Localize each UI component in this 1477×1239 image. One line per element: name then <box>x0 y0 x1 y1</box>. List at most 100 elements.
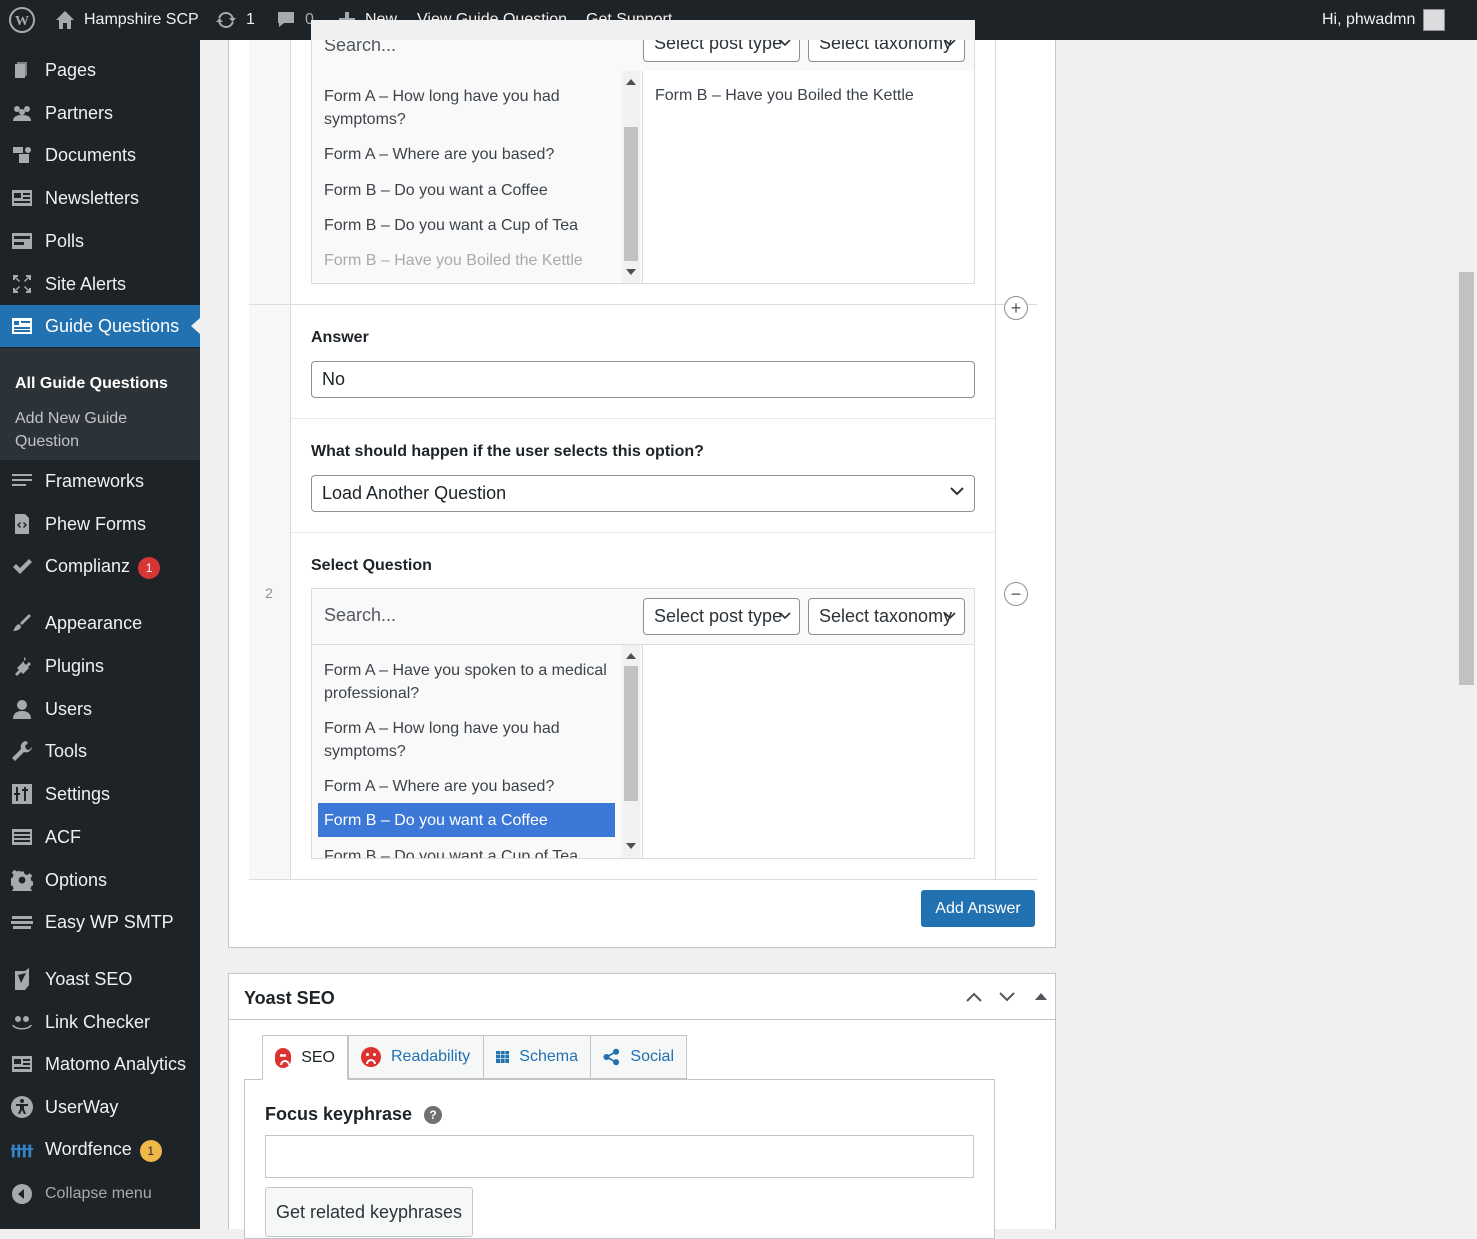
row-handle[interactable] <box>249 40 291 304</box>
sidebar-item-label: UserWay <box>45 1096 119 1117</box>
relationship-search-input[interactable]: Search... <box>324 605 396 626</box>
remove-row-button[interactable]: − <box>1004 582 1028 606</box>
sidebar-item-appearance[interactable]: Appearance <box>0 602 200 644</box>
sidebar-item-label-with-badge: Complianz 1 <box>45 556 161 579</box>
sidebar-item-frameworks[interactable]: Frameworks <box>0 460 200 502</box>
tab-readability[interactable]: Readability <box>348 1035 484 1079</box>
scroll-thumb[interactable] <box>624 666 638 801</box>
choice-item[interactable]: Form A – Where are you based? <box>318 143 615 166</box>
sidebar-item-easy-wp-smtp[interactable]: Easy WP SMTP <box>0 901 200 943</box>
sidebar-item-matomo-analytics[interactable]: Matomo Analytics <box>0 1043 200 1085</box>
sidebar-item-site-alerts[interactable]: Site Alerts <box>0 263 200 305</box>
sidebar-item-label: Documents <box>45 144 137 165</box>
sidebar-item-label: Partners <box>45 102 114 123</box>
taxonomy-select[interactable]: Select taxonomy <box>808 598 965 635</box>
field-divider <box>291 532 995 533</box>
chevron-down-icon <box>944 612 956 620</box>
sidebar-item-tools[interactable]: Tools <box>0 730 200 772</box>
get-related-keyphrases-button[interactable]: Get related keyphrases <box>265 1187 473 1237</box>
sidebar-item-link-checker[interactable]: Link Checker <box>0 1001 200 1043</box>
choices-scrollbar[interactable] <box>622 71 640 283</box>
sidebar-item-settings[interactable]: Settings <box>0 773 200 815</box>
window-scrollbar[interactable] <box>1456 40 1477 1229</box>
add-answer-button[interactable]: Add Answer <box>921 890 1035 927</box>
choice-item: Form B – Have you Boiled the Kettle <box>324 252 583 269</box>
yoast-icon <box>10 967 34 991</box>
sidebar-item-label: Phew Forms <box>45 513 147 534</box>
sidebar-item-plugins[interactable]: Plugins <box>0 645 200 687</box>
sidebar-item-phew-forms[interactable]: Phew Forms <box>0 503 200 545</box>
choice-item[interactable]: Form B – Do you want a Cup of Tea <box>318 214 615 237</box>
guide-questions-submenu: All Guide Questions Add New Guide Questi… <box>0 348 200 460</box>
window-scroll-thumb[interactable] <box>1459 272 1474 685</box>
phew-forms-icon <box>10 512 34 536</box>
help-icon[interactable]: ? <box>424 1106 443 1125</box>
move-down-icon[interactable] <box>999 992 1015 1002</box>
sidebar-item-polls[interactable]: Polls <box>0 220 200 262</box>
site-name-link[interactable]: Hampshire SCP <box>54 0 199 40</box>
sidebar-item-partners[interactable]: Partners <box>0 92 200 134</box>
documents-icon <box>10 143 34 167</box>
focus-keyphrase-input[interactable] <box>265 1135 974 1178</box>
add-row-button[interactable]: + <box>1004 296 1028 320</box>
collapse-toggle-icon[interactable] <box>1035 992 1047 1000</box>
sidebar-item-documents[interactable]: Documents <box>0 134 200 176</box>
answer-input[interactable]: No <box>311 361 975 398</box>
scroll-up-arrow-icon[interactable] <box>626 79 636 85</box>
sidebar-item-pages[interactable]: Pages <box>0 49 200 91</box>
scroll-down-arrow-icon[interactable] <box>626 843 636 849</box>
choice-item[interactable]: Form B – Do you want a Coffee <box>318 179 615 202</box>
move-up-icon[interactable] <box>966 992 982 1002</box>
row-number: 2 <box>265 585 273 601</box>
notification-badge: 1 <box>138 556 161 579</box>
choice-item[interactable]: Form A – How long have you had symptoms? <box>318 85 615 131</box>
choice-item[interactable]: Form A – Where are you based? <box>318 775 615 798</box>
chevron-down-icon <box>944 39 956 47</box>
scroll-up-arrow-icon[interactable] <box>626 653 636 659</box>
sidebar-item-users[interactable]: Users <box>0 688 200 730</box>
selected-value-item[interactable]: Form B – Have you Boiled the Kettle <box>649 84 946 107</box>
userway-icon <box>10 1095 34 1119</box>
sidebar-item-userway[interactable]: UserWay <box>0 1086 200 1128</box>
choice-item[interactable]: Form A – How long have you had symptoms? <box>318 717 615 763</box>
guide-questions-icon <box>10 314 34 338</box>
sidebar-item-yoast-seo[interactable]: Yoast SEO <box>0 958 200 1000</box>
pages-icon <box>10 58 34 82</box>
sidebar-item-label: Yoast SEO <box>45 968 133 989</box>
choice-item[interactable]: Form A – Have you spoken to a medical pr… <box>318 659 615 705</box>
scroll-mask-2 <box>228 20 1056 40</box>
submenu-all-guide-questions[interactable]: All Guide Questions <box>15 372 185 395</box>
taxonomy-select-value: Select taxonomy <box>819 606 953 626</box>
sidebar-item-wordfence[interactable]: Wordfence 1 <box>0 1129 200 1171</box>
settings-icon <box>10 782 34 806</box>
sidebar-item-guide-questions[interactable]: Guide Questions <box>0 305 200 347</box>
collapse-menu-button[interactable]: Collapse menu <box>0 1173 200 1215</box>
post-type-select[interactable]: Select post type <box>643 598 800 635</box>
action-select[interactable]: Load Another Question <box>311 475 975 512</box>
sidebar-item-acf[interactable]: ACF <box>0 816 200 858</box>
sidebar-item-complianz[interactable]: Complianz 1 <box>0 546 200 588</box>
admin-menu: Pages Partners Documents Newsletters Pol… <box>0 40 200 1229</box>
scroll-thumb[interactable] <box>624 127 638 261</box>
submenu-add-new-guide-question[interactable]: Add New Guide Question <box>15 407 185 453</box>
choices-scrollbar[interactable] <box>622 645 640 858</box>
wordfence-icon <box>10 1138 34 1162</box>
avatar <box>1423 9 1446 31</box>
tab-social[interactable]: Social <box>590 1035 687 1079</box>
tab-seo[interactable]: SEO <box>262 1035 348 1080</box>
choice-item[interactable]: Form B – Do you want a Cup of Tea <box>318 845 615 858</box>
tab-schema[interactable]: Schema <box>483 1035 591 1079</box>
share-icon <box>603 1048 620 1066</box>
my-account-link[interactable]: Hi, phwadmn <box>1322 0 1446 40</box>
post-type-select-value: Select post type <box>654 606 783 626</box>
answer-label: Answer <box>311 329 369 346</box>
row-divider <box>249 304 1037 305</box>
row-handle[interactable]: 2 <box>249 305 291 879</box>
sidebar-item-newsletters[interactable]: Newsletters <box>0 177 200 219</box>
field-divider <box>291 418 995 419</box>
sidebar-item-label: Plugins <box>45 655 105 676</box>
sidebar-item-options[interactable]: Options <box>0 859 200 901</box>
wordpress-logo-icon[interactable]: W <box>9 0 35 40</box>
scroll-down-arrow-icon[interactable] <box>626 269 636 275</box>
choice-item-highlighted[interactable]: Form B – Do you want a Coffee <box>318 803 615 837</box>
